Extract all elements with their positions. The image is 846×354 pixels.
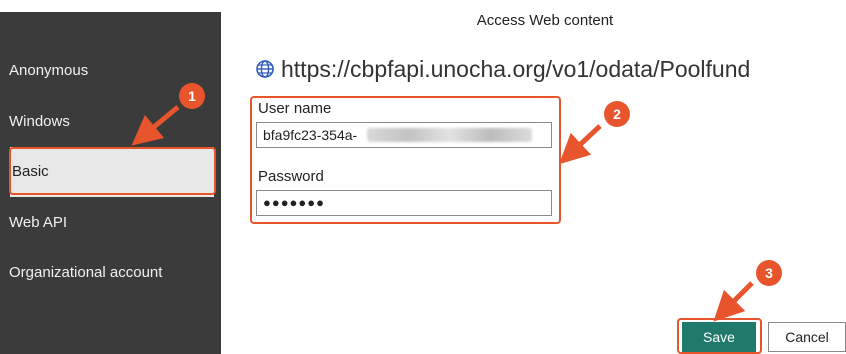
annotation-arrows xyxy=(131,105,754,322)
step-badge-3: 3 xyxy=(756,260,782,286)
arrow-2 xyxy=(559,124,602,165)
step-badge-1: 1 xyxy=(179,83,205,109)
arrow-1 xyxy=(131,105,180,146)
arrow-3 xyxy=(713,281,754,322)
step-badge-2: 2 xyxy=(604,101,630,127)
